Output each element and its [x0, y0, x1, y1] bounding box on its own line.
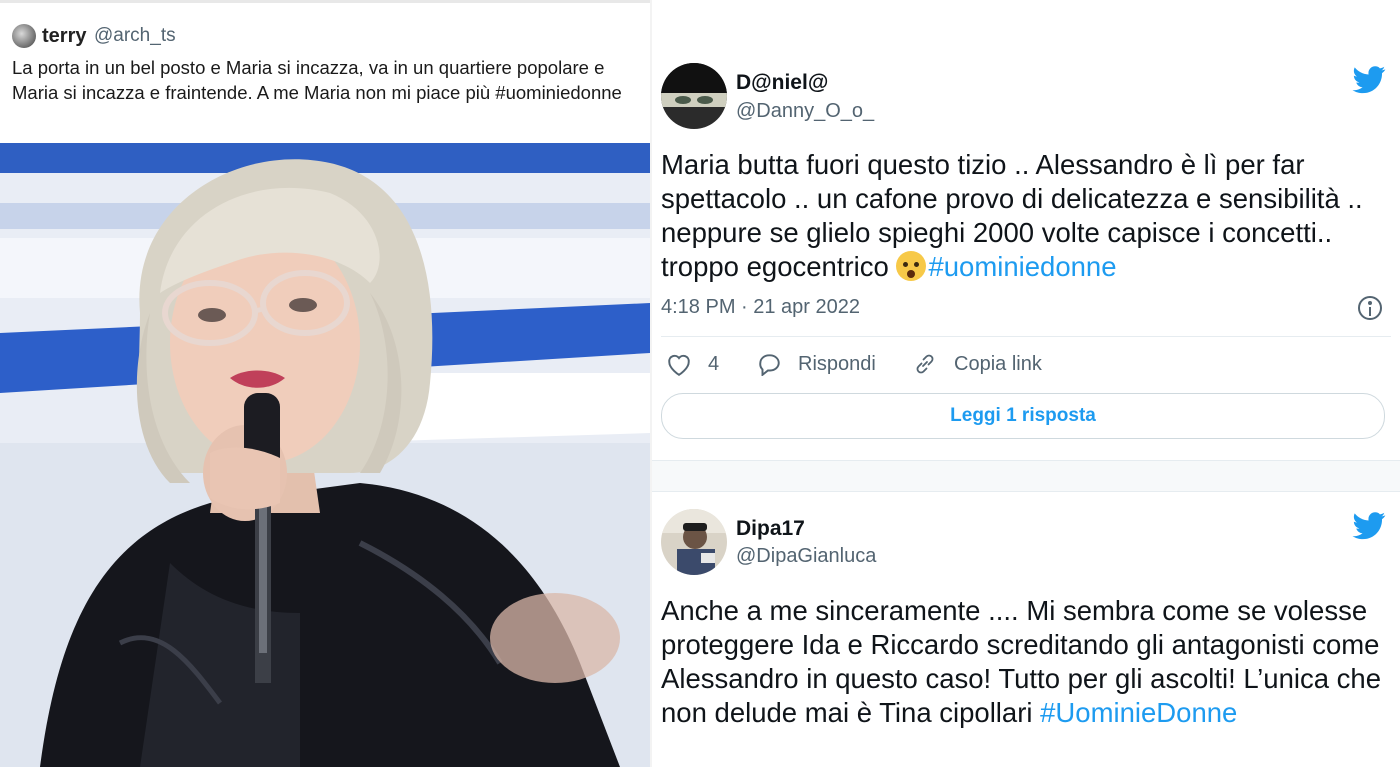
author-name[interactable]: Dipa17	[736, 517, 805, 541]
author-handle[interactable]: @arch_ts	[94, 25, 176, 47]
tweet-timestamp[interactable]: 4:18 PM · 21 apr 2022	[661, 296, 860, 319]
hashtag-link[interactable]: #UominieDonne	[1040, 697, 1237, 728]
divider	[661, 336, 1391, 337]
twitter-bird-icon[interactable]	[1352, 66, 1386, 94]
reply-label: Rispondi	[798, 352, 876, 375]
like-count: 4	[708, 352, 720, 375]
tweet-card-1: D@niel@ @Danny_O_o_ Maria butta fuori qu…	[652, 50, 1400, 460]
like-button[interactable]: 4	[666, 352, 719, 376]
left-tweet-panel: terry @arch_ts La porta in un bel posto …	[0, 0, 650, 767]
tweet-text: La porta in un bel posto e Maria si inca…	[12, 57, 622, 103]
exploding-head-emoji	[896, 251, 927, 281]
heart-icon	[668, 354, 690, 376]
tweet-body: Anche a me sinceramente .... Mi sembra c…	[661, 595, 1382, 728]
tweet-card-2: Dipa17 @DipaGianluca Anche a me sinceram…	[652, 492, 1400, 767]
avatar[interactable]	[661, 63, 727, 129]
tweet-text: Anche a me sinceramente .... Mi sembra c…	[661, 594, 1391, 730]
author-handle[interactable]: @Danny_O_o_	[736, 100, 874, 123]
author-name[interactable]: terry	[42, 25, 86, 48]
tweet-text: Maria butta fuori questo tizio .. Alessa…	[661, 148, 1391, 284]
info-icon[interactable]	[1358, 296, 1382, 320]
hashtag-link[interactable]: #uominiedonne	[928, 251, 1116, 282]
tweet-photo[interactable]	[0, 143, 650, 767]
twitter-bird-icon[interactable]	[1352, 512, 1386, 540]
reply-button[interactable]: Rispondi	[756, 352, 876, 376]
avatar[interactable]	[661, 509, 727, 575]
author-name[interactable]: D@niel@	[736, 71, 828, 95]
photo-illustration	[0, 143, 650, 767]
author-handle[interactable]: @DipaGianluca	[736, 545, 876, 568]
timeline-gap	[652, 460, 1400, 492]
avatar[interactable]	[12, 24, 36, 48]
avatar-image	[661, 63, 727, 129]
link-icon	[916, 354, 934, 374]
read-replies-button[interactable]: Leggi 1 risposta	[661, 393, 1385, 439]
copy-link-label: Copia link	[954, 352, 1042, 375]
left-tweet-header: terry @arch_ts La porta in un bel posto …	[0, 0, 650, 143]
reply-icon	[759, 354, 780, 376]
avatar-image	[661, 509, 727, 575]
copy-link-button[interactable]: Copia link	[912, 352, 1042, 376]
